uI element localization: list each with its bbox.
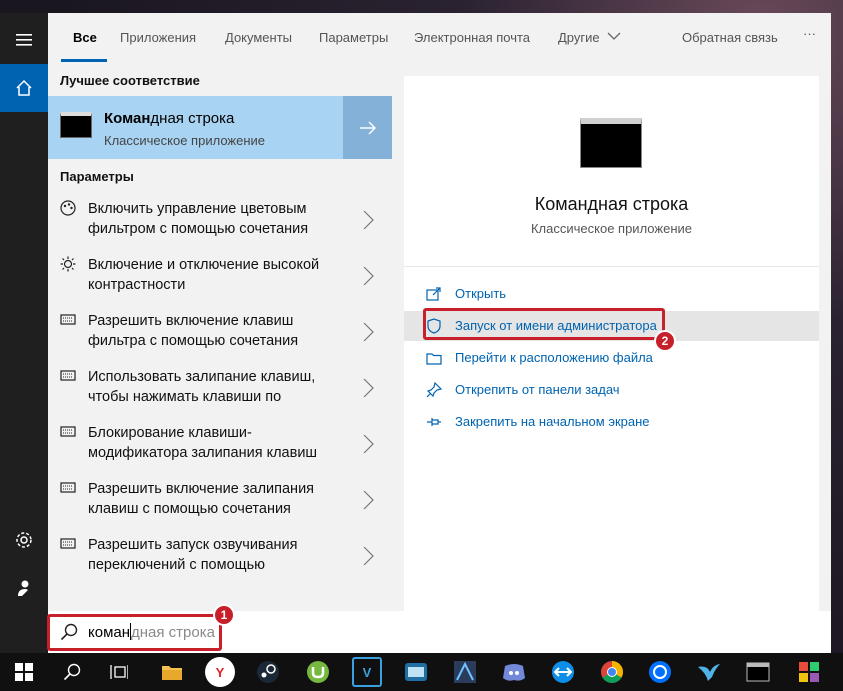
divider xyxy=(404,266,819,267)
hamburger-menu-button[interactable] xyxy=(0,16,48,64)
active-tab-indicator xyxy=(61,59,107,62)
best-match-expand-button[interactable] xyxy=(343,96,392,159)
hamburger-icon xyxy=(16,34,32,46)
keyboard-icon xyxy=(60,482,76,493)
search-icon[interactable] xyxy=(57,657,87,687)
chevron-right-icon xyxy=(363,378,374,398)
utorrent-icon[interactable] xyxy=(303,657,333,687)
keyboard-icon xyxy=(60,314,76,325)
list-item[interactable]: Включить управление цветовым фильтром с п… xyxy=(48,195,392,251)
best-match-title: Командная строка xyxy=(104,110,235,127)
list-item[interactable]: Разрешить включение залипания клавиш с по… xyxy=(48,475,392,531)
arrow-right-icon xyxy=(359,121,376,134)
pin-icon xyxy=(427,418,441,426)
media-app-icon[interactable] xyxy=(401,657,431,687)
feedback-link[interactable]: Обратная связь xyxy=(682,30,778,45)
colorful-app-icon[interactable] xyxy=(794,657,824,687)
chevron-right-icon xyxy=(363,434,374,454)
settings-button[interactable] xyxy=(0,516,48,564)
settings-header: Параметры xyxy=(60,169,134,184)
bird-app-icon[interactable] xyxy=(694,657,724,687)
list-item[interactable]: Включение и отключение высокой контрастно… xyxy=(48,251,392,307)
game-app-icon[interactable] xyxy=(450,657,480,687)
chevron-right-icon xyxy=(363,490,374,510)
file-explorer-icon[interactable] xyxy=(157,657,187,687)
palette-icon xyxy=(60,200,76,216)
yandex-browser-icon[interactable]: Y xyxy=(205,657,235,687)
tab-all[interactable]: Все xyxy=(73,30,97,45)
gear-icon xyxy=(16,532,32,548)
v-app-icon[interactable]: V xyxy=(352,657,382,687)
chevron-right-icon xyxy=(363,322,374,342)
cmd-large-icon xyxy=(580,118,642,168)
tab-settings[interactable]: Параметры xyxy=(319,30,388,45)
list-item[interactable]: Использовать залипание клавиш, чтобы нажи… xyxy=(48,363,392,419)
setting-label: Включить управление цветовым фильтром с п… xyxy=(88,201,309,237)
keyboard-icon xyxy=(60,426,76,437)
preview-pane: Командная строка Классическое приложение… xyxy=(404,76,819,611)
chevron-right-icon xyxy=(363,210,374,230)
action-open[interactable]: Открыть xyxy=(404,279,819,309)
annotation-badge-2: 2 xyxy=(654,330,676,352)
home-icon xyxy=(16,79,32,96)
tab-more[interactable]: Другие xyxy=(558,30,621,45)
taskbar: Y V xyxy=(0,653,843,691)
tab-documents[interactable]: Документы xyxy=(225,30,292,45)
best-match-item[interactable]: Командная строка Классическое приложение xyxy=(48,96,392,159)
best-match-subtitle: Классическое приложение xyxy=(104,133,266,148)
setting-label: Разрешить запуск озвучивания переключений… xyxy=(88,537,298,573)
home-button[interactable] xyxy=(0,64,48,112)
action-label: Открепить от панели задач xyxy=(455,382,620,397)
windows-start-icon[interactable] xyxy=(9,657,39,687)
user-button[interactable] xyxy=(0,564,48,612)
annotation-box-admin xyxy=(423,308,665,340)
setting-label: Использовать залипание клавиш, чтобы нажи… xyxy=(88,369,316,405)
action-open-file-location[interactable]: Перейти к расположению файла xyxy=(404,343,819,373)
brightness-icon xyxy=(60,256,76,272)
setting-label: Разрешить включение клавиш фильтра с помо… xyxy=(88,313,299,349)
list-item[interactable]: Разрешить включение клавиш фильтра с помо… xyxy=(48,307,392,363)
chrome-icon[interactable] xyxy=(597,657,627,687)
list-item[interactable]: Разрешить запуск озвучивания переключений… xyxy=(48,531,392,587)
annotation-badge-1: 1 xyxy=(213,604,235,626)
action-label: Открыть xyxy=(455,286,507,301)
more-options-button[interactable]: ··· xyxy=(803,26,816,41)
chevron-right-icon xyxy=(363,266,374,286)
annotation-box-search xyxy=(47,614,222,651)
cmd-icon xyxy=(60,112,92,138)
user-icon xyxy=(18,580,29,596)
uplay-icon[interactable] xyxy=(645,657,675,687)
task-view-icon[interactable] xyxy=(104,657,134,687)
tab-more-label: Другие xyxy=(558,30,600,45)
setting-label: Включение и отключение высокой контрастно… xyxy=(88,257,320,293)
search-tabs: Все Приложения Документы Параметры Элект… xyxy=(48,13,831,63)
action-unpin-taskbar[interactable]: Открепить от панели задач xyxy=(404,375,819,405)
tab-email[interactable]: Электронная почта xyxy=(414,30,530,45)
action-label: Перейти к расположению файла xyxy=(455,350,653,365)
cmd-taskbar-icon[interactable] xyxy=(743,657,773,687)
steam-icon[interactable] xyxy=(253,657,283,687)
discord-icon[interactable] xyxy=(499,657,529,687)
teamviewer-icon[interactable] xyxy=(548,657,578,687)
chevron-right-icon xyxy=(363,546,374,566)
action-pin-start[interactable]: Закрепить на начальном экране xyxy=(404,407,819,437)
setting-label: Блокирование клавиши-модификатора залипа… xyxy=(88,425,318,461)
action-label: Закрепить на начальном экране xyxy=(455,414,650,429)
keyboard-icon xyxy=(60,370,76,381)
search-panel: Все Приложения Документы Параметры Элект… xyxy=(48,13,831,653)
list-item[interactable]: Блокирование клавиши-модификатора залипа… xyxy=(48,419,392,475)
open-icon xyxy=(426,287,441,301)
tab-apps[interactable]: Приложения xyxy=(120,30,196,45)
keyboard-icon xyxy=(60,538,76,549)
best-match-header: Лучшее соответствие xyxy=(60,73,200,88)
setting-label: Разрешить включение залипания клавиш с по… xyxy=(88,481,315,517)
unpin-icon xyxy=(426,382,442,398)
start-left-rail xyxy=(0,13,48,653)
folder-icon xyxy=(426,353,442,365)
preview-subtitle: Классическое приложение xyxy=(530,221,692,236)
chevron-down-icon xyxy=(607,32,621,40)
preview-title: Командная строка xyxy=(534,194,689,214)
results-list: Лучшее соответствие Командная строка Кла… xyxy=(48,73,392,611)
